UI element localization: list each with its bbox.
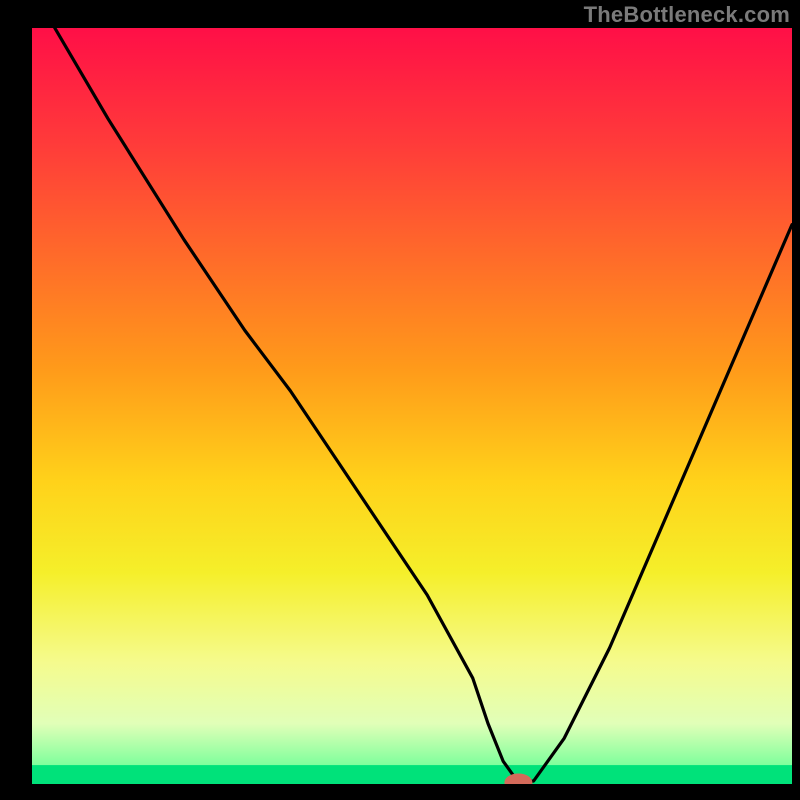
plot-area bbox=[32, 28, 792, 784]
green-band bbox=[32, 765, 792, 784]
watermark-text: TheBottleneck.com bbox=[584, 2, 790, 28]
chart-container: TheBottleneck.com bbox=[0, 0, 800, 800]
gradient-background bbox=[32, 28, 792, 784]
bottleneck-chart bbox=[32, 28, 792, 784]
